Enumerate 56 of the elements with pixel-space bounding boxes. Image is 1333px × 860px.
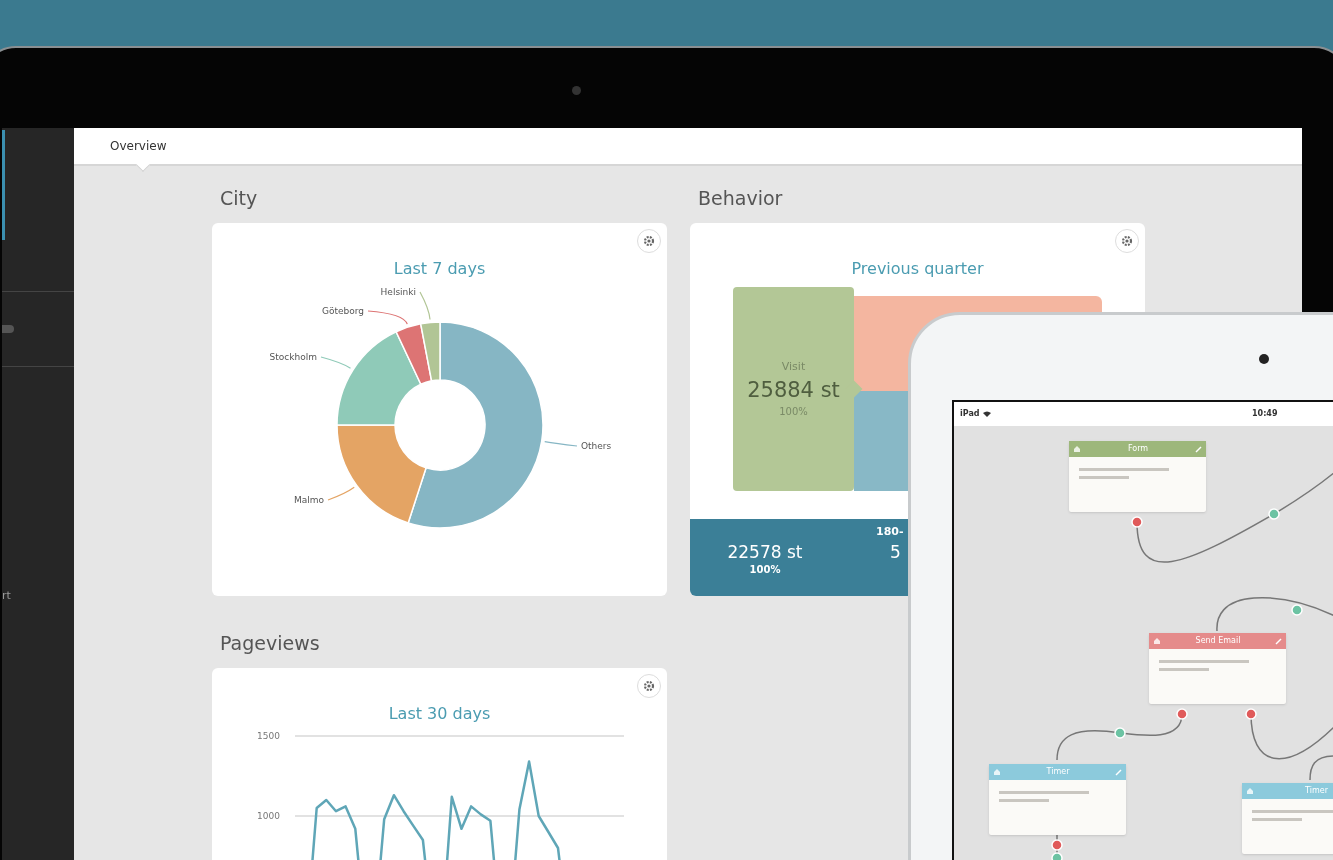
chart-label: Göteborg: [321, 306, 364, 316]
wifi-icon: [982, 411, 991, 417]
port-dot[interactable]: [1176, 708, 1188, 720]
edit-icon[interactable]: [1195, 445, 1202, 453]
port-dot[interactable]: [1114, 727, 1126, 739]
status-time: 10:49: [1252, 409, 1278, 419]
axis-label: 1000: [257, 811, 280, 821]
node-share: 100%: [779, 404, 808, 419]
section-heading: Behavior: [697, 186, 784, 210]
chart-label: Helsinki: [380, 287, 416, 297]
section-heading: Pageviews: [219, 631, 321, 655]
sidebar-item-icon: [2, 325, 14, 333]
tab[interactable]: Overview: [110, 128, 167, 164]
leader-line: [367, 310, 408, 325]
carrier-label: iPad: [960, 409, 980, 419]
settings-button[interactable]: [637, 229, 661, 253]
edit-icon[interactable]: [1275, 637, 1282, 645]
home-icon: [1073, 445, 1081, 453]
node-label: Visit: [781, 359, 806, 376]
home-icon: [1153, 637, 1161, 645]
node-title: Form: [1126, 444, 1150, 454]
home-icon: [1246, 787, 1254, 795]
port-dot[interactable]: [1245, 708, 1257, 720]
chart-label: Others: [581, 441, 612, 451]
camera-icon: [1259, 354, 1269, 364]
camera-icon: [572, 86, 581, 95]
axis-label: 1500: [257, 731, 280, 741]
stat-value: 22578 st: [727, 541, 803, 563]
chart-label: Stockholm: [269, 352, 317, 362]
stat-value: 5: [890, 541, 901, 563]
node-value: 25884 st: [747, 376, 840, 404]
section-heading: City: [219, 186, 259, 210]
node-title: Send Email: [1194, 636, 1242, 646]
leader-line: [320, 356, 352, 369]
port-dot[interactable]: [1268, 508, 1280, 520]
band-label: 180-: [876, 525, 904, 539]
stat-share: 100%: [749, 563, 781, 577]
port-dot[interactable]: [1291, 604, 1303, 616]
sidebar-label: rt: [2, 589, 11, 603]
chart-subtitle: Previous quarter: [850, 259, 985, 279]
settings-icon: [643, 680, 655, 692]
node-title: Timer: [1045, 767, 1071, 777]
settings-icon: [643, 235, 655, 247]
leader-line: [544, 440, 578, 447]
port-dot[interactable]: [1131, 516, 1143, 528]
leader-line: [327, 486, 355, 501]
chart-subtitle: Last 30 days: [387, 704, 492, 724]
settings-button[interactable]: [637, 674, 661, 698]
chart-label: Malmo: [293, 495, 324, 505]
port-dot[interactable]: [1051, 839, 1063, 851]
home-icon: [993, 768, 1001, 776]
node-title: Timer: [1304, 786, 1329, 796]
chart-subtitle: Last 7 days: [392, 259, 487, 279]
settings-button[interactable]: [1115, 229, 1139, 253]
leader-line: [419, 291, 431, 321]
settings-icon: [1121, 235, 1133, 247]
